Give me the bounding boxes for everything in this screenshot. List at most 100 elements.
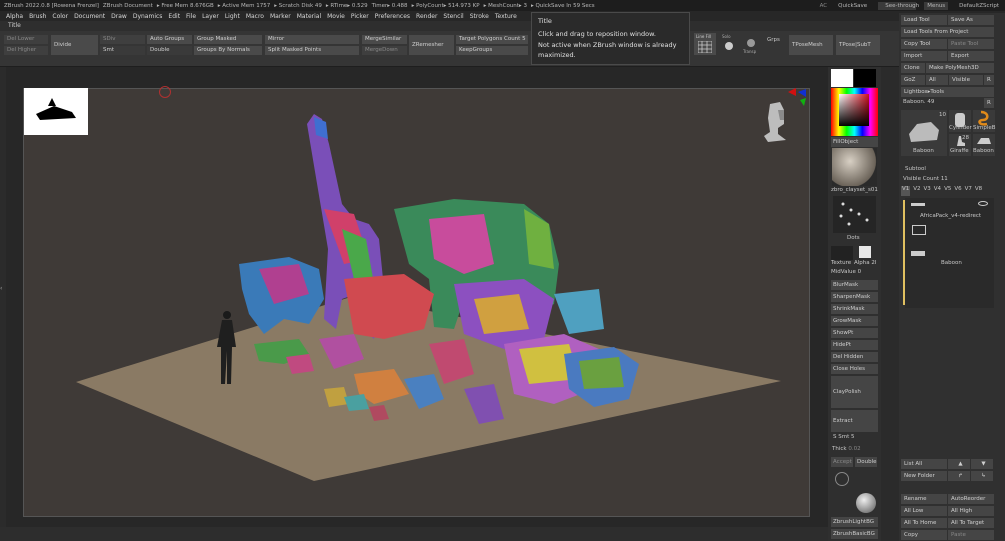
menu-brush[interactable]: Brush (29, 13, 46, 20)
mid-value-slider[interactable]: MidValue 0 (831, 269, 861, 275)
auto-groups-button[interactable]: Auto Groups (147, 35, 192, 44)
clone-button[interactable]: Clone (901, 63, 925, 73)
menu-layer[interactable]: Layer (202, 13, 219, 20)
all-to-home-button[interactable]: All To Home (901, 518, 947, 528)
copy-tool-button[interactable]: Copy Tool (901, 39, 947, 49)
tool-thumb-baboon-small[interactable]: Baboon (973, 134, 995, 156)
new-folder-button[interactable]: New Folder (901, 471, 947, 481)
menu-movie[interactable]: Movie (327, 13, 345, 20)
subtool-item-africa[interactable]: AfricaPack_v4-redirect (908, 198, 994, 220)
keep-groups-button[interactable]: KeepGroups (456, 46, 528, 55)
axis-gizmo[interactable] (786, 86, 808, 108)
version-v2[interactable]: V2 (913, 186, 920, 196)
clay-polish-button[interactable]: ClayPolish (831, 376, 878, 408)
r-button[interactable]: R (984, 75, 994, 85)
all-button[interactable]: All (926, 75, 948, 85)
load-tool-button[interactable]: Load Tool (901, 15, 947, 25)
menu-light[interactable]: Light (225, 13, 240, 20)
show-pt-button[interactable]: ShowPt (831, 328, 878, 338)
version-v3[interactable]: V3 (924, 186, 931, 196)
menu-marker[interactable]: Marker (270, 13, 291, 20)
menu-color[interactable]: Color (52, 13, 68, 20)
zbrush-basic-bg-button[interactable]: ZbrushBasicBG (831, 529, 878, 539)
double-button[interactable]: Double (147, 46, 192, 55)
material-small-icon[interactable] (856, 493, 876, 513)
transp-button[interactable]: Transp (741, 33, 761, 55)
import-button[interactable]: Import (901, 51, 947, 61)
viewport-canvas[interactable] (23, 88, 810, 517)
shrink-mask-button[interactable]: ShrinkMask (831, 304, 878, 314)
visible-count-slider[interactable]: Visible Count 11 (903, 176, 948, 182)
all-high-button[interactable]: All High (948, 506, 994, 516)
color-picker[interactable] (831, 88, 878, 136)
main-color-swatch[interactable] (831, 69, 853, 87)
grow-mask-button[interactable]: GrowMask (831, 316, 878, 326)
subtool-header[interactable]: Subtool (905, 166, 926, 172)
zremesher-button[interactable]: ZRemesher (409, 35, 454, 55)
sharpen-mask-button[interactable]: SharpenMask (831, 292, 878, 302)
menu-draw[interactable]: Draw (111, 13, 127, 20)
quicksave-button[interactable]: QuickSave (835, 2, 870, 10)
title-label[interactable]: Title (8, 22, 21, 29)
mirror-button[interactable]: Mirror (265, 35, 359, 44)
close-holes-button[interactable]: Close Holes (831, 364, 878, 374)
dots-stroke-icon[interactable] (833, 196, 876, 233)
menus-button[interactable]: Menus (924, 1, 949, 10)
make-polymesh-button[interactable]: Make PolyMesh3D (926, 63, 994, 73)
paste-button[interactable]: Paste (948, 530, 994, 540)
s-smt-slider[interactable]: S Smt 5 (833, 434, 855, 440)
smt-button[interactable]: Smt (100, 46, 145, 55)
merge-similar-button[interactable]: MergeSimilar (362, 35, 407, 44)
tpose-subt-button[interactable]: TPose|SubT (836, 35, 880, 55)
paste-tool-button[interactable]: Paste Tool (948, 39, 994, 49)
version-v4[interactable]: V4 (934, 186, 941, 196)
menu-material[interactable]: Material (297, 13, 321, 20)
target-polygons-slider[interactable]: Target Polygons Count 5 (456, 35, 528, 44)
split-masked-points-button[interactable]: Split Masked Points (265, 46, 359, 55)
move-up-button[interactable]: ▲ (948, 459, 970, 469)
lightbox-tools-button[interactable]: Lightbox▸Tools (901, 87, 994, 97)
rename-button[interactable]: Rename (901, 494, 947, 504)
menu-file[interactable]: File (186, 13, 196, 20)
export-button[interactable]: Export (948, 51, 994, 61)
r-small-button[interactable]: R (984, 98, 994, 108)
sdiv-slider[interactable]: SDiv (100, 35, 145, 44)
version-v5[interactable]: V5 (944, 186, 951, 196)
texture-slot[interactable] (831, 246, 853, 260)
groups-by-normals-button[interactable]: Groups By Normals (194, 46, 262, 55)
blur-mask-button[interactable]: BlurMask (831, 280, 878, 290)
menu-edit[interactable]: Edit (168, 13, 180, 20)
list-all-button[interactable]: List All (901, 459, 947, 469)
all-low-button[interactable]: All Low (901, 506, 947, 516)
visible-button[interactable]: Visible (949, 75, 983, 85)
arrow-left-button[interactable]: ↱ (948, 471, 970, 481)
menu-dynamics[interactable]: Dynamics (133, 13, 163, 20)
zbrush-light-bg-button[interactable]: ZbrushLightBG (831, 517, 878, 527)
material-sphere-icon[interactable] (832, 148, 877, 186)
group-masked-button[interactable]: Group Masked (194, 35, 262, 44)
load-tools-project-button[interactable]: Load Tools From Project (901, 27, 994, 37)
subtool-folder[interactable] (908, 222, 994, 244)
auto-reorder-button[interactable]: AutoReorder (948, 494, 994, 504)
secondary-color-swatch[interactable] (854, 69, 876, 87)
subtool-scrollbar[interactable] (903, 200, 905, 305)
menu-stroke[interactable]: Stroke (470, 13, 489, 20)
fill-object-button[interactable]: FillObject (831, 137, 878, 147)
zscript-button[interactable]: DefaultZScript (956, 2, 1002, 10)
menu-picker[interactable]: Picker (351, 13, 369, 20)
menu-render[interactable]: Render (416, 13, 437, 20)
subtool-item-baboon[interactable]: Baboon (908, 246, 994, 268)
copy-button[interactable]: Copy (901, 530, 947, 540)
extract-button[interactable]: Extract (831, 410, 878, 432)
move-down-button[interactable]: ▼ (971, 459, 993, 469)
merge-down-button[interactable]: MergeDown (362, 46, 407, 55)
version-v1[interactable]: V1 (901, 186, 911, 196)
menu-preferences[interactable]: Preferences (375, 13, 410, 20)
tpose-mesh-button[interactable]: TPoseMesh (789, 35, 833, 55)
menu-document[interactable]: Document (74, 13, 105, 20)
menu-texture[interactable]: Texture (495, 13, 517, 20)
divide-button[interactable]: Divide (51, 35, 98, 55)
version-v7[interactable]: V7 (965, 186, 972, 196)
navigator-thumbnail[interactable] (24, 88, 88, 135)
del-lower-button[interactable]: Del Lower (4, 35, 48, 44)
